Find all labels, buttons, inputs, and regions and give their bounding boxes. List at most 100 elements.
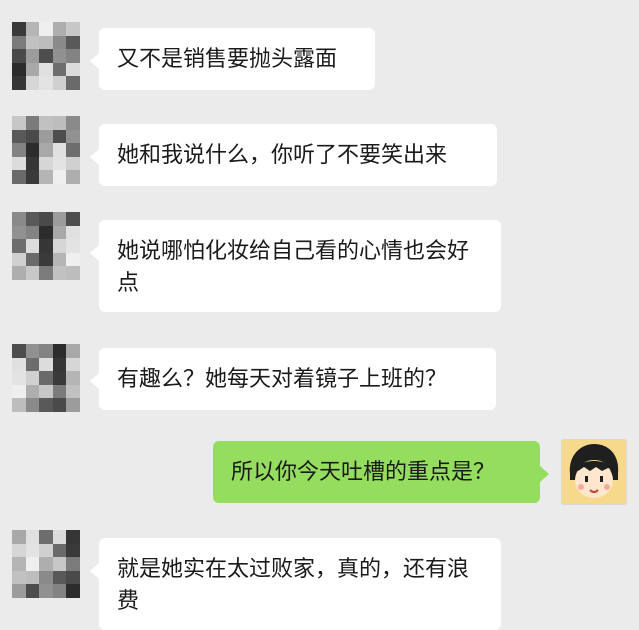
avatar-pixel: [12, 116, 26, 130]
avatar-pixel: [39, 384, 53, 399]
avatar-pixel: [12, 76, 26, 90]
avatar-pixel: [39, 22, 53, 36]
avatar-pixel: [12, 584, 26, 598]
contact-avatar-icon[interactable]: [12, 212, 80, 280]
avatar-pixel: [39, 266, 53, 280]
avatar-pixel: [39, 252, 53, 267]
avatar-pixel: [39, 156, 53, 171]
avatar-pixel: [39, 570, 53, 585]
avatar-pixel: [12, 156, 26, 171]
avatar-pixel: [39, 129, 53, 144]
avatar-pixel: [52, 225, 67, 240]
avatar-pixel: [66, 344, 80, 358]
avatar-pixel: [39, 398, 53, 412]
message-bubble-incoming[interactable]: 她和我说什么，你听了不要笑出来: [90, 124, 497, 186]
message-bubble-outgoing[interactable]: 所以你今天吐槽的重点是？: [213, 441, 549, 503]
message-bubble-incoming[interactable]: 就是她实在太过败家，真的，还有浪费: [90, 538, 501, 630]
avatar-pixel: [52, 530, 67, 544]
avatar-pixel: [12, 371, 26, 385]
message-bubble-incoming[interactable]: 有趣么？她每天对着镜子上班的？: [90, 348, 496, 410]
avatar-pixel: [66, 129, 80, 144]
avatar-pixel: [66, 225, 80, 240]
avatar-pixel: [66, 212, 80, 226]
avatar-pixel: [25, 49, 40, 63]
avatar-pixel: [12, 239, 26, 253]
avatar-pixel: [25, 62, 40, 77]
avatar-pixel: [39, 543, 53, 558]
avatar-pixel: [12, 49, 26, 63]
cartoon-girl-avatar-icon: [562, 440, 626, 504]
avatar-pixel: [12, 557, 26, 571]
avatar-pixel: [39, 62, 53, 77]
avatar-pixel: [66, 22, 80, 36]
avatar-pixel: [66, 371, 80, 385]
contact-avatar-icon[interactable]: [12, 22, 80, 90]
avatar-pixel: [12, 62, 26, 77]
avatar-pixel: [12, 398, 26, 412]
avatar-pixel: [52, 143, 67, 157]
avatar-pixel: [66, 357, 80, 372]
avatar-pixel: [12, 170, 26, 184]
avatar-pixel: [39, 530, 53, 544]
avatar-pixel: [25, 212, 40, 226]
avatar-pixel: [52, 543, 67, 558]
avatar-pixel: [52, 212, 67, 226]
avatar-pixel: [66, 557, 80, 571]
avatar-pixel: [12, 530, 26, 544]
avatar-pixel: [39, 76, 53, 90]
avatar-pixel: [66, 156, 80, 171]
avatar-pixel: [39, 225, 53, 240]
avatar-pixel: [12, 570, 26, 585]
avatar-pixel: [52, 557, 67, 571]
avatar-pixel: [39, 239, 53, 253]
avatar-pixel: [25, 357, 40, 372]
avatar-pixel: [66, 543, 80, 558]
avatar-pixel: [52, 22, 67, 36]
avatar-pixel: [66, 239, 80, 253]
avatar-pixel: [39, 212, 53, 226]
avatar-pixel: [25, 225, 40, 240]
avatar-pixel: [52, 49, 67, 63]
avatar-pixel: [66, 35, 80, 50]
avatar-pixel: [52, 344, 67, 358]
avatar-pixel: [39, 49, 53, 63]
avatar-pixel: [52, 156, 67, 171]
avatar-pixel: [66, 76, 80, 90]
avatar-pixel: [39, 557, 53, 571]
avatar-pixel: [66, 252, 80, 267]
avatar-pixel: [12, 357, 26, 372]
avatar-pixel: [39, 344, 53, 358]
avatar-pixel: [25, 22, 40, 36]
avatar-pixel: [25, 239, 40, 253]
message-bubble-incoming[interactable]: 她说哪怕化妆给自己看的心情也会好点: [90, 220, 501, 312]
avatar-pixel: [25, 557, 40, 571]
avatar-pixel: [12, 129, 26, 144]
avatar-pixel: [52, 570, 67, 585]
avatar-pixel: [25, 116, 40, 130]
avatar-pixel: [12, 143, 26, 157]
avatar-pixel: [25, 170, 40, 184]
avatar-pixel: [12, 543, 26, 558]
avatar-pixel: [52, 129, 67, 144]
avatar-pixel: [66, 170, 80, 184]
avatar-pixel: [66, 116, 80, 130]
message-bubble-incoming[interactable]: 又不是销售要抛头露面: [90, 28, 375, 90]
contact-avatar-icon[interactable]: [12, 530, 80, 598]
avatar-pixel: [52, 35, 67, 50]
avatar-pixel: [25, 129, 40, 144]
avatar-pixel: [12, 212, 26, 226]
avatar-pixel: [66, 584, 80, 598]
contact-avatar-icon[interactable]: [12, 344, 80, 412]
contact-avatar-icon[interactable]: [12, 116, 80, 184]
avatar-pixel: [12, 22, 26, 36]
avatar-pixel: [39, 584, 53, 598]
avatar-pixel: [25, 584, 40, 598]
avatar-pixel: [66, 143, 80, 157]
avatar-pixel: [52, 252, 67, 267]
avatar-pixel: [25, 35, 40, 50]
avatar-pixel: [25, 252, 40, 267]
avatar-pixel: [52, 584, 67, 598]
avatar-pixel: [39, 116, 53, 130]
avatar-pixel: [25, 156, 40, 171]
self-avatar-icon[interactable]: [561, 439, 627, 505]
